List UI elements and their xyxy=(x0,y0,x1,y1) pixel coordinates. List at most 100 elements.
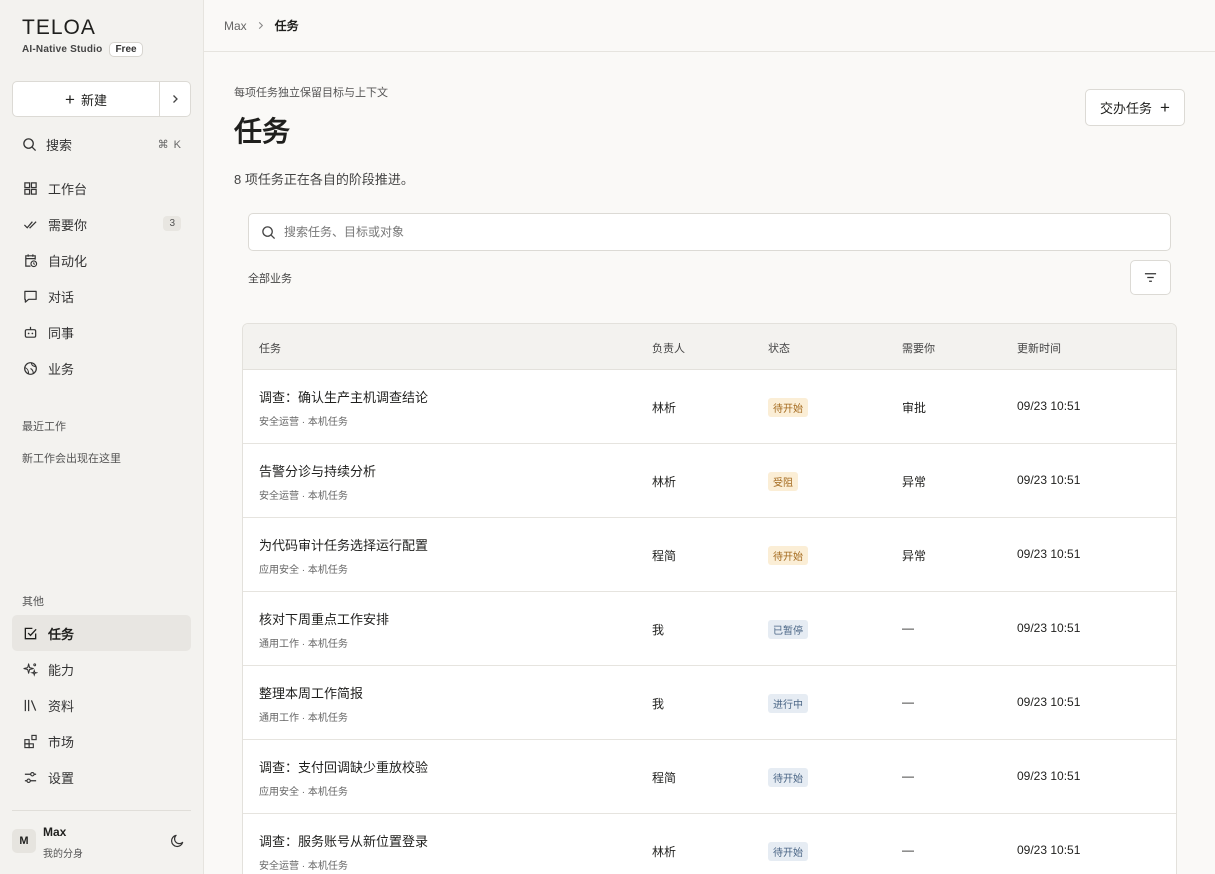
table-row[interactable]: 整理本周工作简报 通用工作 · 本机任务 我 进行中 — 09/23 10:51 xyxy=(243,666,1176,740)
column-header: 状态 xyxy=(768,343,790,355)
new-button-group: + 新建 xyxy=(12,81,191,117)
status-badge: 待开始 xyxy=(768,768,808,787)
new-more-button[interactable] xyxy=(160,82,190,116)
recent-empty-text: 新工作会出现在这里 xyxy=(22,453,121,465)
theme-toggle-button[interactable] xyxy=(170,833,185,853)
task-updated: 09/23 10:51 xyxy=(1017,695,1081,709)
delegate-task-button[interactable]: 交办任务 + xyxy=(1085,89,1185,126)
count-badge: 3 xyxy=(163,216,181,231)
table-row[interactable]: 调查：服务账号从新位置登录 安全运营 · 本机任务 林析 待开始 — 09/23… xyxy=(243,814,1176,874)
avatar: M xyxy=(12,829,36,853)
nav-item-needs-you[interactable]: 需要你 3 xyxy=(12,206,191,242)
column-header: 任务 xyxy=(259,343,281,355)
nav-item-tasks[interactable]: 任务 xyxy=(12,615,191,651)
task-need: 异常 xyxy=(902,549,927,563)
task-updated: 09/23 10:51 xyxy=(1017,843,1081,857)
task-meta: 安全运营 · 本机任务 xyxy=(259,417,348,428)
breadcrumb: Max 任务 xyxy=(204,0,1215,52)
primary-nav: 工作台 需要你 3 自动化 对话 同事 业务 xyxy=(12,170,191,386)
nav-label: 业务 xyxy=(48,361,75,377)
task-owner: 程简 xyxy=(652,771,677,785)
status-badge: 待开始 xyxy=(768,842,808,861)
filter-icon xyxy=(1144,273,1157,282)
task-meta: 应用安全 · 本机任务 xyxy=(259,787,348,798)
task-meta: 通用工作 · 本机任务 xyxy=(259,713,348,724)
table-row[interactable]: 告警分诊与持续分析 安全运营 · 本机任务 林析 受阻 异常 09/23 10:… xyxy=(243,444,1176,518)
nav-item-colleagues[interactable]: 同事 xyxy=(12,314,191,350)
task-need: — xyxy=(902,695,914,709)
status-badge: 受阻 xyxy=(768,472,798,491)
status-badge: 进行中 xyxy=(768,694,808,713)
task-need: — xyxy=(902,769,914,783)
delegate-task-label: 交办任务 xyxy=(1100,101,1153,116)
nav-item-workbench[interactable]: 工作台 xyxy=(12,170,191,206)
task-need: 异常 xyxy=(902,475,927,489)
new-button[interactable]: + 新建 xyxy=(13,82,160,116)
task-owner: 我 xyxy=(652,623,665,637)
task-title: 告警分诊与持续分析 xyxy=(259,464,377,479)
sidebar-search-label: 搜索 xyxy=(46,137,73,153)
task-meta: 安全运营 · 本机任务 xyxy=(259,861,348,872)
nav-label: 对话 xyxy=(48,289,75,305)
task-need: — xyxy=(902,621,914,635)
task-updated: 09/23 10:51 xyxy=(1017,547,1081,561)
brand[interactable]: TELOA AI-Native Studio Free xyxy=(22,17,143,57)
plus-icon: + xyxy=(65,89,75,109)
chevron-right-icon xyxy=(258,21,263,29)
double-check-icon xyxy=(23,220,37,229)
search-icon xyxy=(262,225,276,239)
library-icon xyxy=(24,699,36,711)
column-header: 更新时间 xyxy=(1017,343,1061,355)
calendar-clock-icon xyxy=(24,253,37,267)
secondary-nav: 任务 能力 资料 市场 设置 xyxy=(12,615,191,795)
nav-label: 任务 xyxy=(48,626,75,642)
nav-item-market[interactable]: 市场 xyxy=(12,723,191,759)
other-section-label: 其他 xyxy=(22,596,44,608)
task-search xyxy=(248,213,1171,251)
nav-label: 资料 xyxy=(48,698,75,714)
column-header: 负责人 xyxy=(652,343,685,355)
table-row[interactable]: 调查：确认生产主机调查结论 安全运营 · 本机任务 林析 待开始 审批 09/2… xyxy=(243,370,1176,444)
business-filter[interactable]: 全部业务 xyxy=(248,270,292,286)
search-icon xyxy=(23,137,37,151)
brand-logo: TELOA xyxy=(22,16,96,39)
task-title: 调查：服务账号从新位置登录 xyxy=(259,834,429,849)
sliders-icon xyxy=(24,771,36,783)
page-summary: 8 项任务正在各自的阶段推进。 xyxy=(234,172,414,187)
table-row[interactable]: 为代码审计任务选择运行配置 应用安全 · 本机任务 程简 待开始 异常 09/2… xyxy=(243,518,1176,592)
plus-icon: + xyxy=(1160,98,1170,117)
status-badge: 待开始 xyxy=(768,546,808,565)
task-meta: 通用工作 · 本机任务 xyxy=(259,639,348,650)
task-updated: 09/23 10:51 xyxy=(1017,473,1081,487)
breadcrumb-root[interactable]: Max xyxy=(224,19,247,33)
new-button-label: 新建 xyxy=(80,92,107,108)
filter-button[interactable] xyxy=(1130,260,1171,295)
nav-item-automation[interactable]: 自动化 xyxy=(12,242,191,278)
task-owner: 林析 xyxy=(652,401,677,415)
user-profile[interactable]: M Max 我的分身 xyxy=(12,810,191,874)
task-owner: 林析 xyxy=(652,475,677,489)
nav-item-abilities[interactable]: 能力 xyxy=(12,651,191,687)
recent-section-label: 最近工作 xyxy=(22,421,66,433)
grid-icon xyxy=(23,181,37,195)
chat-icon xyxy=(23,290,37,303)
page-eyebrow: 每项任务独立保留目标与上下文 xyxy=(234,87,388,99)
plan-badge: Free xyxy=(109,42,143,57)
nav-label: 设置 xyxy=(48,770,75,786)
table-row[interactable]: 核对下周重点工作安排 通用工作 · 本机任务 我 已暂停 — 09/23 10:… xyxy=(243,592,1176,666)
status-badge: 已暂停 xyxy=(768,620,808,639)
task-updated: 09/23 10:51 xyxy=(1017,769,1081,783)
task-updated: 09/23 10:51 xyxy=(1017,621,1081,635)
table-row[interactable]: 调查：支付回调缺少重放校验 应用安全 · 本机任务 程简 待开始 — 09/23… xyxy=(243,740,1176,814)
page-title: 任务 xyxy=(234,116,291,147)
task-search-input[interactable] xyxy=(284,225,1170,239)
nav-item-business[interactable]: 业务 xyxy=(12,350,191,386)
checkbox-icon xyxy=(24,627,37,639)
nav-item-settings[interactable]: 设置 xyxy=(12,759,191,795)
nav-item-conversations[interactable]: 对话 xyxy=(12,278,191,314)
sparkle-icon xyxy=(22,662,38,677)
task-table: 任务 负责人 状态 需要你 更新时间 调查：确认生产主机调查结论 安全运营 · … xyxy=(242,323,1177,874)
sidebar-search[interactable]: 搜索 ⌘ K xyxy=(22,134,182,154)
nav-item-materials[interactable]: 资料 xyxy=(12,687,191,723)
task-updated: 09/23 10:51 xyxy=(1017,399,1081,413)
